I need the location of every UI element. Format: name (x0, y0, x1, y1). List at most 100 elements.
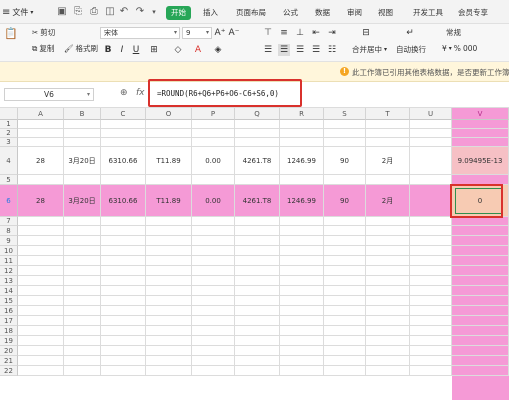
cell-b4[interactable]: 3月20日 (64, 147, 101, 175)
row-header-17[interactable]: 17 (0, 316, 18, 326)
cell[interactable] (18, 306, 64, 316)
cell[interactable] (235, 217, 280, 226)
cell-s6[interactable]: 90 (324, 185, 366, 217)
cell[interactable] (452, 276, 509, 286)
cell[interactable] (452, 120, 509, 129)
zoom-icon[interactable]: ⊕ (120, 88, 128, 98)
cell[interactable] (280, 129, 324, 138)
cell[interactable] (410, 175, 452, 185)
cell[interactable] (235, 120, 280, 129)
cell[interactable] (366, 236, 410, 246)
cell[interactable] (280, 316, 324, 326)
cell[interactable] (410, 120, 452, 129)
clear-format-icon[interactable]: ◈ (212, 44, 224, 56)
italic-icon[interactable]: I (116, 44, 128, 56)
row-header-3[interactable]: 3 (0, 138, 18, 147)
cell[interactable] (146, 316, 192, 326)
cell[interactable] (452, 336, 509, 346)
cell[interactable] (192, 276, 235, 286)
cell[interactable] (410, 138, 452, 147)
cell[interactable] (410, 286, 452, 296)
cell[interactable] (410, 296, 452, 306)
cell[interactable] (366, 316, 410, 326)
cell[interactable] (18, 366, 64, 376)
cell[interactable] (146, 266, 192, 276)
row-header-1[interactable]: 1 (0, 120, 18, 129)
cell-a6[interactable]: 28 (18, 185, 64, 217)
export-icon[interactable]: ⎘ (72, 6, 84, 18)
cell[interactable] (235, 336, 280, 346)
cell[interactable] (101, 120, 146, 129)
cell[interactable] (235, 256, 280, 266)
cell[interactable] (235, 236, 280, 246)
cell[interactable] (192, 356, 235, 366)
cell[interactable] (280, 276, 324, 286)
currency-button[interactable]: ¥ (442, 44, 447, 53)
name-box[interactable]: V6 ▾ (4, 88, 94, 101)
cell[interactable] (280, 366, 324, 376)
row-header-11[interactable]: 11 (0, 256, 18, 266)
cell[interactable] (452, 266, 509, 276)
cell[interactable] (192, 296, 235, 306)
cell[interactable] (324, 236, 366, 246)
cell[interactable] (146, 236, 192, 246)
paste-icon[interactable]: 📋 (4, 28, 18, 40)
cell[interactable] (235, 266, 280, 276)
cell[interactable] (366, 326, 410, 336)
cell[interactable] (101, 276, 146, 286)
cell[interactable] (280, 120, 324, 129)
cell[interactable] (452, 129, 509, 138)
cell[interactable] (64, 129, 101, 138)
cell[interactable] (18, 175, 64, 185)
cell[interactable] (146, 276, 192, 286)
cell[interactable] (235, 296, 280, 306)
cell[interactable] (101, 336, 146, 346)
column-header-a[interactable]: A (18, 108, 64, 120)
cell[interactable] (192, 246, 235, 256)
cell[interactable] (192, 120, 235, 129)
wrap-icon[interactable]: ↵ (404, 27, 416, 39)
row-header-19[interactable]: 19 (0, 336, 18, 346)
cell[interactable] (192, 366, 235, 376)
cell[interactable] (324, 366, 366, 376)
cell[interactable] (101, 326, 146, 336)
row-header-8[interactable]: 8 (0, 226, 18, 236)
cell[interactable] (324, 296, 366, 306)
cell[interactable] (101, 236, 146, 246)
justify-icon[interactable]: ☰ (310, 44, 322, 56)
cell[interactable] (192, 346, 235, 356)
cell[interactable] (64, 356, 101, 366)
cell[interactable] (18, 217, 64, 226)
cell[interactable] (101, 286, 146, 296)
copy-button[interactable]: ⧉ 复制 (32, 43, 54, 54)
cell[interactable] (18, 326, 64, 336)
cell[interactable] (64, 266, 101, 276)
cell[interactable] (64, 366, 101, 376)
cell-t4[interactable]: 2月 (366, 147, 410, 175)
cell[interactable] (410, 366, 452, 376)
column-header-u[interactable]: U (410, 108, 452, 120)
cell[interactable] (146, 366, 192, 376)
cell[interactable] (18, 266, 64, 276)
cell[interactable] (280, 236, 324, 246)
cell[interactable] (324, 120, 366, 129)
align-right-icon[interactable]: ☰ (294, 44, 306, 56)
cell[interactable] (18, 286, 64, 296)
cell[interactable] (452, 217, 509, 226)
cell[interactable] (192, 256, 235, 266)
cell[interactable] (192, 326, 235, 336)
cell-v4[interactable]: 9.09495E-13 (452, 147, 509, 175)
cell[interactable] (452, 246, 509, 256)
cell-a4[interactable]: 28 (18, 147, 64, 175)
cell[interactable] (18, 356, 64, 366)
cell[interactable] (324, 286, 366, 296)
cell[interactable] (410, 326, 452, 336)
row-header-20[interactable]: 20 (0, 346, 18, 356)
cell[interactable] (366, 286, 410, 296)
cell[interactable] (366, 120, 410, 129)
cell[interactable] (235, 346, 280, 356)
cell[interactable] (101, 356, 146, 366)
cell[interactable] (452, 306, 509, 316)
cell[interactable] (18, 120, 64, 129)
row-header-7[interactable]: 7 (0, 217, 18, 226)
